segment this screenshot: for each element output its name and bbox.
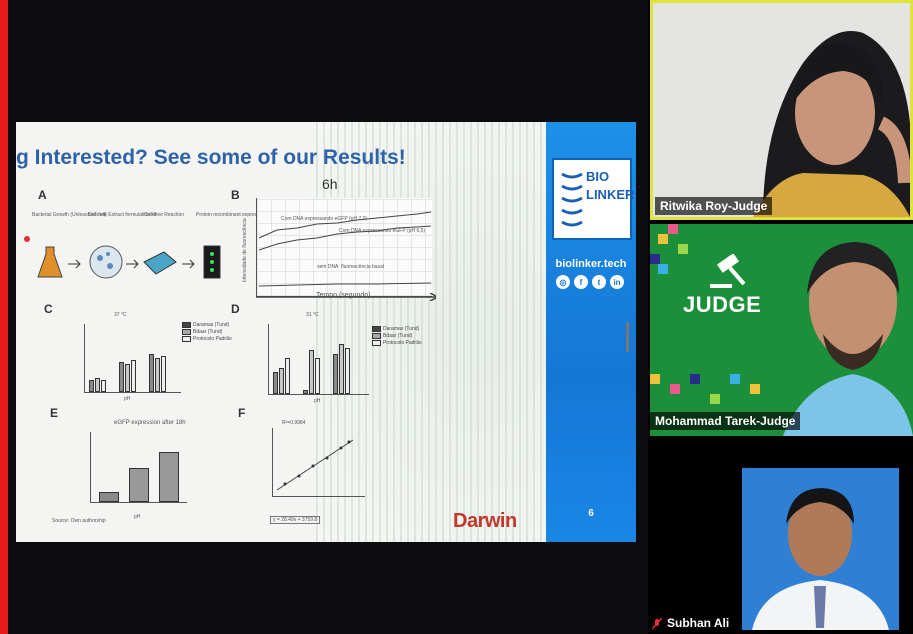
judge-banner-text: JUDGE (683, 292, 762, 317)
panel-c-legend-item: Daramas (Tund) (193, 322, 230, 328)
panel-d-bar (333, 354, 338, 394)
logo-line-1: BIO (586, 169, 610, 184)
panel-d-bar (345, 348, 350, 394)
panel-e-bar (159, 452, 179, 502)
twitter-icon: t (592, 275, 606, 289)
panel-c-bar (89, 380, 94, 392)
participant-tile[interactable]: Subhan Ali (650, 440, 913, 634)
slide-source-note: Source: Own authorship (52, 518, 106, 524)
panel-e-xlabel: pH (134, 514, 141, 520)
panel-e-title: eGFP expression after 18h (114, 420, 186, 426)
panel-c-bar (131, 360, 136, 392)
panel-b-line-chart: Com DNA expressando eGFP (pH 7,0) Com DN… (256, 198, 432, 297)
biolinker-helix-icon (561, 172, 583, 227)
participant-tile-active-speaker[interactable]: Ritwika Roy-Judge (650, 0, 913, 220)
panel-c-bar (161, 356, 166, 392)
panel-d-bar-chart (268, 324, 369, 395)
panel-label-c: C (44, 302, 53, 316)
participant-video-feed (653, 3, 910, 217)
linkedin-icon: in (610, 275, 624, 289)
panel-d-bar (273, 372, 278, 394)
panel-e-bar-chart (90, 432, 187, 503)
window-edge-bar (0, 0, 8, 634)
panel-d-legend-item: Daramas (Tund) (383, 326, 420, 332)
panel-f-r2: R²=0.9984 (282, 420, 306, 426)
panel-c-xlabel: pH (124, 396, 131, 402)
participant-name-label: Mohammad Tarek-Judge (650, 412, 801, 430)
facebook-icon: f (574, 275, 588, 289)
panel-d-xlabel: pH (314, 398, 321, 404)
panel-c-bar (125, 364, 130, 392)
panel-c-bar (101, 380, 106, 392)
participant-video-feed (752, 488, 889, 630)
panel-c-legend-item: Protocolo Padrão (193, 336, 232, 342)
panel-d-bar (279, 368, 284, 394)
panel-b-annotation-3: sem DNA: fluorescência basal (317, 264, 384, 270)
gavel-icon (710, 254, 746, 288)
panel-d-bar (303, 390, 308, 394)
website-link: biolinker.tech (555, 258, 627, 270)
panel-d-legend-item: Bdaar (Tund) (383, 333, 413, 339)
panel-f-scatter-chart (272, 428, 365, 497)
pointer-dot (24, 236, 30, 242)
participant-name-label: Subhan Ali (667, 616, 730, 630)
panel-c-temperature: 37 °C (114, 312, 127, 318)
panel-c-bar-chart (84, 324, 181, 393)
instagram-icon: ◎ (556, 275, 570, 289)
panel-f-equation: y = 28.49x + 3759.8 (270, 516, 321, 524)
panel-label-a: A (38, 188, 47, 202)
panel-c-bar (155, 358, 160, 392)
panel-c-bar (149, 354, 154, 392)
panel-b-xlabel: Tempo (segundo) (316, 292, 371, 299)
participant-tile[interactable]: JUDGE Mohammad Tarek-Judge (650, 224, 913, 436)
participant-video-feed (783, 242, 913, 436)
biolinker-logo: BIO LINKER (552, 158, 635, 240)
presentation-slide: g Interested? See some of our Results! 6… (16, 122, 636, 542)
slide-sidebar: BIO LINKER biolinker.tech ◎ f t in 6 (546, 122, 636, 542)
panel-c-legend: Daramas (Tund) Bdaar (Tund) Protocolo Pa… (182, 322, 232, 343)
slide-title: g Interested? See some of our Results! (16, 146, 406, 169)
panel-b-annotation-2: Com DNA expressando eGFP (pH 6,5) (339, 228, 426, 234)
panel-d-legend-item: Protocolo Padrão (383, 340, 422, 346)
panel-label-d: D (231, 302, 240, 316)
panel-c-legend-item: Bdaar (Tund) (193, 329, 223, 335)
panel-e-bar (99, 492, 119, 502)
panel-label-e: E (50, 406, 59, 420)
logo-line-2: LINKER (586, 187, 635, 202)
time-label: 6h (322, 176, 338, 192)
panel-resize-handle[interactable] (626, 322, 629, 352)
panel-d-legend: Daramas (Tund) Bdaar (Tund) Protocolo Pa… (372, 326, 422, 347)
panel-d-bar (339, 344, 344, 394)
panel-e-bar (129, 468, 149, 502)
panel-d-bar (285, 358, 290, 394)
panel-d-bar (309, 350, 314, 394)
darwin-logo: Darwin (453, 510, 517, 532)
panel-label-b: B (231, 188, 240, 202)
panel-a-workflow-diagram (37, 245, 221, 279)
shared-screen-area: g Interested? See some of our Results! 6… (8, 0, 648, 634)
panel-label-f: F (238, 406, 246, 420)
panel-a-step-3: Cell-free Reaction (144, 212, 185, 218)
panel-c-bar (119, 362, 124, 392)
slide-page-number: 6 (588, 508, 594, 519)
social-icons: ◎ f t in (556, 275, 624, 289)
muted-mic-icon (652, 618, 662, 630)
panel-b-ylabel: Intensidade de fluorescência (242, 218, 248, 282)
participant-profile-photo (742, 468, 899, 630)
panel-d-bar (315, 358, 320, 394)
panel-b-annotation-1: Com DNA expressando eGFP (pH 7,0) (281, 216, 368, 222)
participant-name-label: Ritwika Roy-Judge (655, 197, 773, 215)
panel-d-temperature: 31 °C (306, 312, 319, 318)
panel-c-bar (95, 378, 100, 392)
